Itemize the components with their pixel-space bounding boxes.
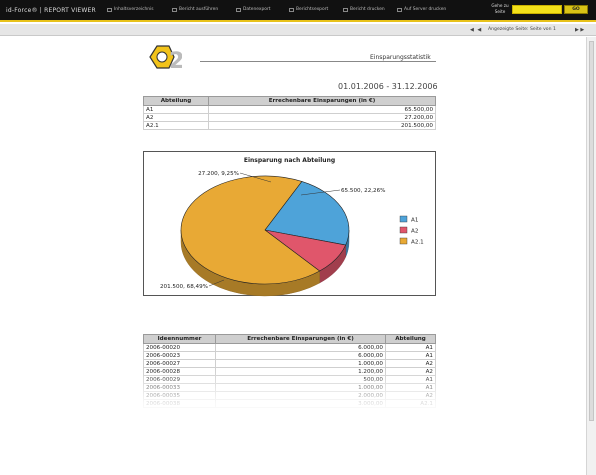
data-label: 27.200, 9,25%: [198, 171, 239, 177]
summary-table: Abteilung Errechenbare Einsparungen (in …: [143, 96, 436, 130]
toolbar-item[interactable]: Inhaltsverzeichnis: [107, 7, 154, 12]
legend-swatch: [399, 237, 408, 245]
toolbar-item-label: Berichtsexport: [296, 7, 329, 12]
report-title: Einsparungsstatistik: [370, 54, 431, 61]
reflection-fade: [140, 370, 440, 430]
toolbar-item-label: Inhaltsverzeichnis: [114, 7, 154, 12]
page-indicator: Angezeigte Seite: Seite von 1: [488, 27, 556, 32]
table-row: A2.1 201.500,00: [143, 121, 436, 130]
legend-label: A2.1: [411, 240, 424, 246]
table-cell: A1: [385, 351, 436, 360]
table-cell: 2006-00027: [143, 359, 216, 368]
column-header: Errechenbare Einsparungen (in €): [208, 96, 436, 106]
toolbar-item-icon: [343, 7, 348, 12]
page-navigation-bar: ◀ ◀ Angezeigte Seite: Seite von 1 ▶ ▶: [0, 24, 596, 36]
table-cell: 201.500,00: [208, 121, 436, 130]
table-cell: 1.000,00: [215, 359, 386, 368]
toolbar-item-label: Datenexport: [243, 7, 271, 12]
table-row: A1 65.500,00: [143, 105, 436, 114]
toolbar-item[interactable]: Datenexport: [236, 7, 271, 12]
pie-chart: 65.500, 22,26% 27.200, 9,25% 201.500, 68,4…: [160, 171, 424, 297]
pie-chart-panel: Einsparung nach Abteilung 65.500, 22,26%…: [143, 151, 436, 297]
legend-swatch: [399, 226, 408, 234]
table-cell: 65.500,00: [208, 105, 436, 114]
data-label: 201.500, 68,49%: [160, 284, 208, 290]
table-row: A2 27.200,00: [143, 113, 436, 122]
data-label: 65.500, 22,26%: [341, 188, 385, 194]
toolbar-item-icon: [397, 7, 402, 12]
table-cell: A1: [143, 105, 209, 114]
top-toolbar: id-Force® | REPORT VIEWER Inhaltsverzeic…: [0, 0, 596, 22]
table-cell: 6.000,00: [215, 351, 386, 360]
legend-label: A2: [411, 229, 418, 235]
table-row: 2006-00027 1.000,00 A2: [143, 359, 436, 368]
goto-page-input[interactable]: [512, 5, 562, 14]
column-header: Abteilung: [143, 96, 209, 106]
column-header: Ideennummer: [143, 334, 216, 344]
table-cell: 2006-00020: [143, 343, 216, 352]
table-cell: 6.000,00: [215, 343, 386, 352]
toolbar-item[interactable]: Auf Server drucken: [397, 7, 446, 12]
toolbar-item-label: Bericht ausführen: [179, 7, 219, 12]
toolbar-item-icon: [172, 7, 177, 12]
scrollbar-thumb[interactable]: [589, 41, 594, 421]
previous-page-arrows[interactable]: ◀ ◀: [470, 27, 482, 33]
column-header: Abteilung: [385, 334, 436, 344]
vertical-scrollbar[interactable]: [586, 37, 596, 475]
toolbar-item[interactable]: Berichtsexport: [289, 7, 328, 12]
column-header: Errechenbare Einsparungen (in €): [215, 334, 386, 344]
header-divider: [200, 61, 436, 62]
legend-label: A1: [411, 218, 419, 224]
table-cell: A2: [143, 113, 209, 122]
toolbar-item-icon: [107, 7, 112, 12]
table-row: 2006-00023 6.000,00 A1: [143, 351, 436, 360]
table-cell: A2.1: [143, 121, 209, 130]
logo-number: 2: [169, 49, 182, 70]
toolbar-item[interactable]: Bericht drucken: [343, 7, 385, 12]
legend-swatch: [399, 215, 408, 223]
toolbar-item-icon: [289, 7, 294, 12]
toolbar-item[interactable]: Bericht ausführen: [172, 7, 218, 12]
date-range: 01.01.2006 - 31.12.2006: [338, 82, 438, 91]
table-cell: 27.200,00: [208, 113, 436, 122]
toolbar-item-label: Bericht drucken: [350, 7, 385, 12]
company-logo: 2: [149, 45, 182, 70]
table-cell: 2006-00023: [143, 351, 216, 360]
app-brand: id-Force® | REPORT VIEWER: [6, 7, 96, 14]
toolbar-item-icon: [236, 7, 241, 12]
goto-page-label: Gehe zu Seite: [491, 3, 509, 14]
toolbar-item-label: Auf Server drucken: [404, 7, 447, 12]
table-cell: A1: [385, 343, 436, 352]
table-row: 2006-00020 6.000,00 A1: [143, 343, 436, 352]
table-cell: A2: [385, 359, 436, 368]
go-button[interactable]: GO: [564, 5, 588, 14]
next-page-arrows[interactable]: ▶ ▶: [575, 27, 584, 33]
